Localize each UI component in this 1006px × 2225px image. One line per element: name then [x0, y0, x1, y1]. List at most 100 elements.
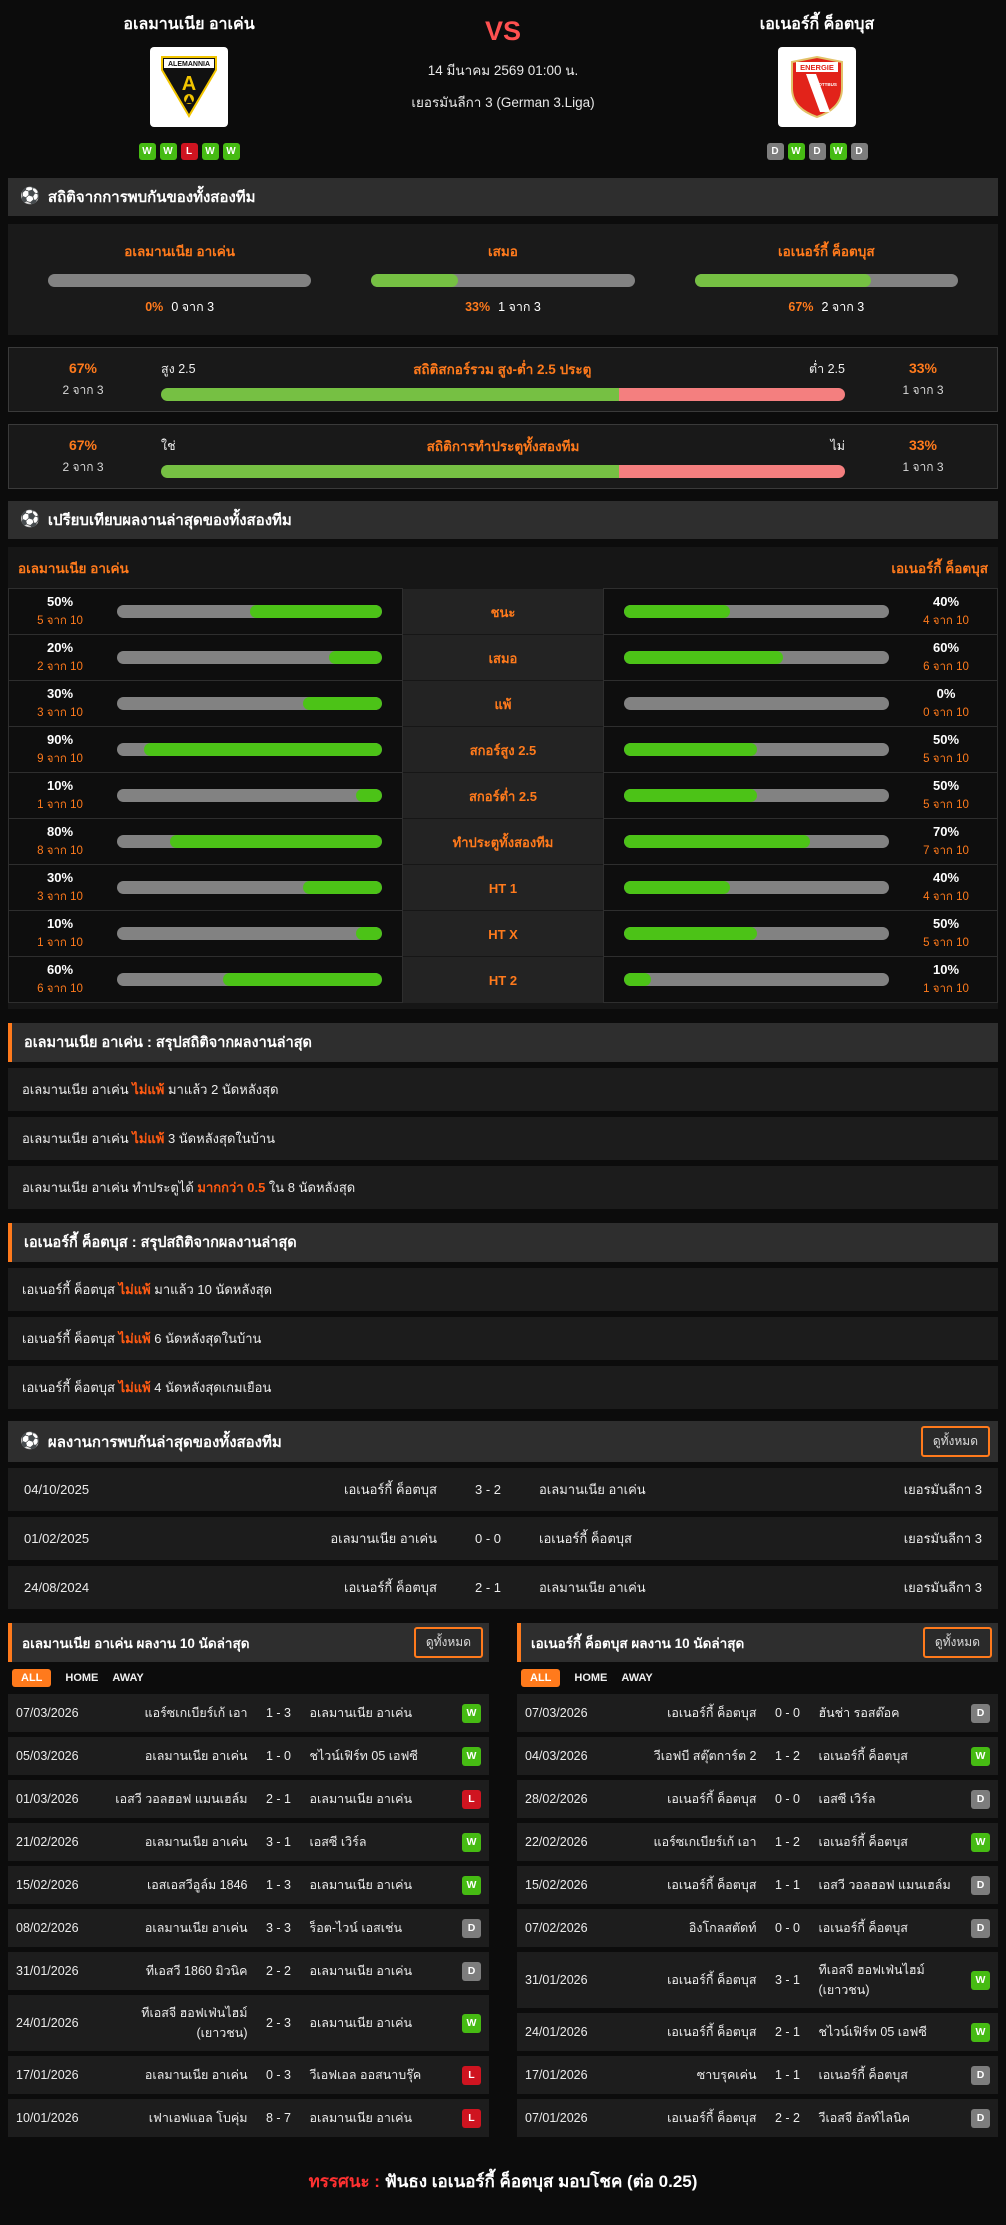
- svg-text:ENERGIE: ENERGIE: [800, 63, 834, 72]
- home-count: 3 จาก 10: [37, 706, 83, 719]
- tab-away[interactable]: AWAY: [112, 1672, 143, 1684]
- match-date: 07/03/2026: [525, 1706, 588, 1720]
- match-score: 0 - 0: [774, 1706, 800, 1720]
- h2h-count: 2 จาก 3: [821, 300, 865, 314]
- match-result-badge: D: [971, 1918, 990, 1938]
- meeting-home-team: เอเนอร์กี้ ค็อตบุส: [344, 1580, 437, 1595]
- meetings-view-all-button[interactable]: ดูทั้งหมด: [920, 1426, 990, 1457]
- tab-away[interactable]: AWAY: [621, 1672, 652, 1684]
- recent-away-view-all-button[interactable]: ดูทั้งหมด: [922, 1627, 992, 1658]
- away-count: 0 จาก 10: [923, 706, 969, 719]
- summary-highlight: ไม่แพ้: [118, 1380, 151, 1395]
- recent-match-row: 04/03/2026 วีเอฟบี สตุ๊ตการ์ต 2 1 - 2 เอ…: [517, 1737, 998, 1775]
- tab-home[interactable]: HOME: [574, 1672, 607, 1684]
- energie-cottbus-crest-icon: ENERGIE COTTBUS: [791, 55, 843, 119]
- h2h-count: 1 จาก 3: [498, 300, 541, 314]
- match-league: เยอรมันลีกา 3 (German 3.Liga): [411, 95, 595, 110]
- away-pct: 0%: [936, 685, 956, 701]
- home-team-name: อเลมานเนีย อาเค่น: [123, 16, 255, 33]
- meeting-home-team: อเลมานเนีย อาเค่น: [330, 1531, 437, 1546]
- home-bar: [117, 743, 382, 756]
- match-result-badge: D: [462, 1918, 481, 1938]
- comparison-row: 20% 2 จาก 10 เสมอ 60% 6 จาก 10: [8, 634, 998, 681]
- tab-all[interactable]: ALL: [12, 1669, 52, 1687]
- away-summary-head: เอเนอร์กี้ ค็อตบุส : สรุปสถิติจากผลงานล่…: [8, 1223, 998, 1262]
- away-team-name: เอเนอร์กี้ ค็อตบุส: [759, 16, 875, 33]
- match-away-team: เอสวี วอลฮอฟ แมนเฮล์ม: [818, 1878, 951, 1892]
- match-date: 05/03/2026: [16, 1749, 79, 1763]
- recent-match-row: 31/01/2026 เอเนอร์กี้ ค็อตบุส 3 - 1 ทีเอ…: [517, 1952, 998, 2008]
- away-count: 5 จาก 10: [923, 752, 969, 765]
- match-result-badge: D: [971, 1703, 990, 1723]
- match-date: 31/01/2026: [16, 1964, 79, 1978]
- match-date: 17/01/2026: [525, 2068, 588, 2082]
- verdict-bar: ทรรศนะ : ฟันธง เอเนอร์กี้ ค็อตบุส มอบโชค…: [0, 2142, 1006, 2215]
- comparison-row: 30% 3 จาก 10 HT 1 40% 4 จาก 10: [8, 864, 998, 911]
- match-home-team: เอสวี วอลฮอฟ แมนเฮล์ม: [115, 1792, 248, 1806]
- home-count: 8 จาก 10: [37, 844, 83, 857]
- summary-row: เอเนอร์กี้ ค็อตบุส ไม่แพ้ 6 นัดหลังสุดใน…: [8, 1317, 998, 1360]
- away-team-block: เอเนอร์กี้ ค็อตบุส ENERGIE COTTBUS DWDWD: [668, 12, 966, 160]
- match-date: 24/01/2026: [525, 2025, 588, 2039]
- recent-home-view-all-button[interactable]: ดูทั้งหมด: [413, 1627, 483, 1658]
- comparison-stat-label: HT X: [403, 910, 603, 957]
- comparison-panel: อเลมานเนีย อาเค่น เอเนอร์กี้ ค็อตบุส 50%…: [8, 547, 998, 1009]
- home-bar: [117, 927, 382, 940]
- away-form-badge: D: [808, 143, 826, 160]
- recent-match-row: 07/01/2026 เอเนอร์กี้ ค็อตบุส 2 - 2 วีเอ…: [517, 2099, 998, 2137]
- match-away-team: ฮันช่า รอสต๊อค: [818, 1706, 900, 1720]
- recent-match-row: 07/02/2026 อิงโกลสตัดท์ 0 - 0 เอเนอร์กี้…: [517, 1909, 998, 1947]
- match-away-team: เอเนอร์กี้ ค็อตบุส: [818, 2068, 908, 2082]
- match-away-team: อเลมานเนีย อาเค่น: [309, 2016, 413, 2030]
- section-title: สถิติจากการพบกันของทั้งสองทีม: [47, 189, 256, 206]
- recent-home-column: อเลมานเนีย อาเค่น ผลงาน 10 นัดล่าสุด ดูท…: [8, 1623, 489, 2142]
- summary-pre: เอเนอร์กี้ ค็อตบุส: [22, 1331, 119, 1346]
- meeting-date: 24/08/2024: [24, 1580, 90, 1595]
- match-score: 3 - 1: [774, 1973, 800, 1987]
- soccer-ball-icon: ⚽: [20, 1432, 40, 1450]
- comparison-stat-label: ทำประตูทั้งสองทีม: [403, 818, 603, 865]
- home-team-block: อเลมานเนีย อาเค่น ALEMANNIA A WWLWW: [40, 12, 338, 160]
- match-score: 1 - 1: [774, 1878, 800, 1892]
- h2h-outcome-column: อเลมานเนีย อาเค่น 0% 0 จาก 3: [48, 240, 312, 317]
- recent-match-row: 17/01/2026 ซาบรุคเค่น 1 - 1 เอเนอร์กี้ ค…: [517, 2056, 998, 2094]
- summary-pre: อเลมานเนีย อาเค่น: [22, 1131, 133, 1146]
- home-team-logo: ALEMANNIA A: [150, 47, 228, 127]
- match-date: 07/02/2026: [525, 1921, 588, 1935]
- away-count: 1 จาก 10: [923, 982, 969, 995]
- split-left-pct: 67%: [68, 359, 98, 376]
- summary-highlight: ไม่แพ้: [118, 1282, 151, 1297]
- match-score: 2 - 3: [265, 2016, 291, 2030]
- comparison-stat-label: HT 2: [403, 956, 603, 1003]
- match-away-team: อเลมานเนีย อาเค่น: [309, 1878, 413, 1892]
- match-score: 3 - 3: [265, 1921, 291, 1935]
- h2h-bar: [48, 274, 312, 287]
- home-pct: 30%: [46, 869, 74, 885]
- match-home-team: เอเนอร์กี้ ค็อตบุส: [667, 1706, 757, 1720]
- recent-match-row: 15/02/2026 เอเนอร์กี้ ค็อตบุส 1 - 1 เอสว…: [517, 1866, 998, 1904]
- match-home-team: เฟาเอฟแอล โบคุ่ม: [148, 2111, 248, 2125]
- h2h-split-stat-box: 67% 2 จาก 3 สูง 2.5 สถิติสกอร์รวม สูง-ต่…: [8, 347, 998, 412]
- away-form-badge: W: [787, 143, 805, 160]
- match-home-team: อเลมานเนีย อาเค่น: [144, 1835, 248, 1849]
- away-count: 7 จาก 10: [923, 844, 969, 857]
- match-date: 22/02/2026: [525, 1835, 588, 1849]
- home-form-badge: L: [180, 143, 198, 160]
- home-form-badge: W: [138, 143, 156, 160]
- match-result-badge: D: [971, 2065, 990, 2085]
- match-date: 15/02/2026: [16, 1878, 79, 1892]
- home-bar: [117, 697, 382, 710]
- match-score: 1 - 2: [774, 1749, 800, 1763]
- comparison-home-name: อเลมานเนีย อาเค่น: [18, 561, 129, 576]
- match-result-badge: W: [462, 1703, 481, 1723]
- tab-home[interactable]: HOME: [65, 1672, 98, 1684]
- meeting-away-team: อเลมานเนีย อาเค่น: [539, 1580, 646, 1595]
- summary-post: มาแล้ว 2 นัดหลังสุด: [164, 1082, 279, 1097]
- tab-all[interactable]: ALL: [521, 1669, 561, 1687]
- split-right-label: ไม่: [830, 439, 845, 453]
- away-pct: 40%: [932, 869, 960, 885]
- match-away-team: ร็อต-ไวน์ เอสเช่น: [309, 1921, 403, 1935]
- match-home-team: วีเอฟบี สตุ๊ตการ์ต 2: [653, 1749, 757, 1763]
- summary-post: 4 นัดหลังสุดเกมเยือน: [150, 1380, 272, 1395]
- comparison-row: 10% 1 จาก 10 HT X 50% 5 จาก 10: [8, 910, 998, 957]
